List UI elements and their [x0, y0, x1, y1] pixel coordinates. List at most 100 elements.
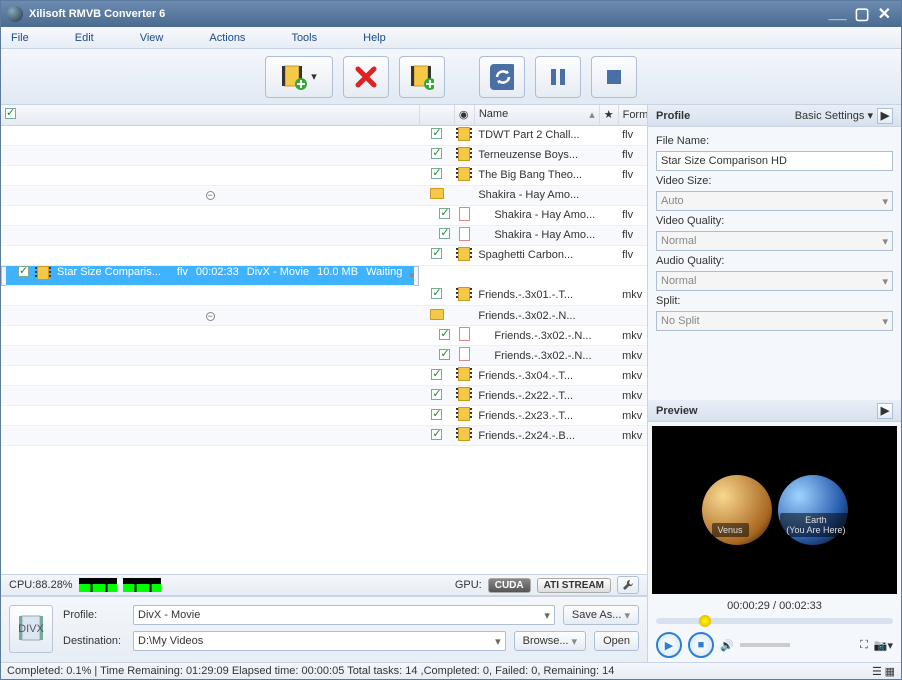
convert-button[interactable]	[479, 56, 525, 98]
seek-slider[interactable]	[656, 618, 893, 624]
maximize-button[interactable]: ▢	[854, 4, 869, 24]
menu-view[interactable]: View	[140, 32, 164, 44]
collapse-icon[interactable]: −	[206, 312, 215, 321]
row-checkbox[interactable]	[431, 168, 442, 179]
table-row[interactable]: Shakira - Hay Amo...flv00:03:273GPP2 - M…	[1, 225, 647, 245]
dest-combo[interactable]: D:\My Videos	[133, 631, 506, 651]
toolbar: ▾	[1, 49, 901, 105]
profile-label: Profile:	[63, 609, 125, 621]
disc-icon: ◉	[459, 109, 469, 121]
folder-icon	[430, 188, 444, 199]
svg-text:DIVX: DIVX	[18, 623, 44, 635]
select-all-checkbox[interactable]	[5, 108, 16, 119]
filename-input[interactable]: Star Size Comparison HD	[656, 151, 893, 171]
menu-edit[interactable]: Edit	[75, 32, 94, 44]
table-row[interactable]: Friends.-.3x01.-.T...mkv00:21:55MP4 - MP…	[1, 286, 647, 306]
table-row[interactable]: Friends.-.3x02.-.N...mkv00:21:553GP - Mo…	[1, 326, 647, 346]
row-checkbox[interactable]	[431, 128, 442, 139]
cuda-badge: CUDA	[488, 578, 531, 593]
table-row[interactable]: Friends.-.2x23.-.T...mkv00:21:53AVI - Au…	[1, 406, 647, 426]
table-row[interactable]: −Friends.-.3x02.-.N...	[1, 306, 647, 326]
table-row[interactable]: The Big Bang Theo...flv00:02:23MP4 - MPE…	[1, 165, 647, 185]
row-checkbox[interactable]	[431, 288, 442, 299]
row-checkbox[interactable]	[439, 228, 450, 239]
table-row[interactable]: Star Size Comparis...flv00:02:33DivX - M…	[1, 266, 419, 286]
split-select[interactable]: No Split	[656, 311, 893, 331]
table-row[interactable]: Shakira - Hay Amo...flv00:03:27MP4 - MPE…	[1, 205, 647, 225]
play-button[interactable]: ▶	[656, 632, 682, 658]
row-checkbox[interactable]	[431, 429, 442, 440]
film-icon	[458, 287, 470, 301]
table-row[interactable]: Spaghetti Carbon...flv00:00:14MP4 - MPEG…	[1, 245, 647, 265]
stop-button[interactable]	[591, 56, 637, 98]
film-icon	[458, 247, 470, 261]
volume-slider[interactable]	[740, 643, 790, 647]
row-checkbox[interactable]	[439, 329, 450, 340]
split-label: Split:	[656, 295, 893, 307]
row-checkbox[interactable]	[431, 409, 442, 420]
filename-label: File Name:	[656, 135, 893, 147]
expand-button[interactable]: ▶	[877, 108, 893, 124]
ati-badge: ATI STREAM	[537, 578, 611, 593]
cpu-spark-icon	[79, 578, 117, 592]
expand-preview-button[interactable]: ▶	[877, 403, 893, 419]
saveas-button[interactable]: Save As... ▾	[563, 605, 639, 625]
minimize-button[interactable]: __	[829, 5, 847, 23]
profile-panel-header: Profile Basic Settings ▾ ▶	[648, 105, 901, 127]
time-display: 00:00:29 / 00:02:33	[648, 598, 901, 614]
open-button[interactable]: Open	[594, 631, 639, 651]
row-checkbox[interactable]	[431, 389, 442, 400]
row-checkbox[interactable]	[431, 248, 442, 259]
audioquality-select[interactable]: Normal	[656, 271, 893, 291]
snapshot-button[interactable]: 📷▾	[874, 639, 893, 652]
film-icon	[458, 127, 470, 141]
menu-tools[interactable]: Tools	[291, 32, 317, 44]
profile-combo[interactable]: DivX - Movie	[133, 605, 555, 625]
app-title: Xilisoft RMVB Converter 6	[29, 8, 825, 20]
add-profile-button[interactable]	[399, 56, 445, 98]
film-add-icon	[281, 64, 307, 90]
remove-button[interactable]	[343, 56, 389, 98]
profile-title: Profile	[656, 110, 690, 122]
table-row[interactable]: Friends.-.3x04.-.T...mkv00:21:53MP4 - MP…	[1, 366, 647, 386]
table-row[interactable]: Friends.-.3x02.-.N...mkv00:21:55MP4 - MP…	[1, 346, 647, 366]
row-checkbox[interactable]	[431, 148, 442, 159]
videosize-select[interactable]: Auto	[656, 191, 893, 211]
row-checkbox[interactable]	[439, 349, 450, 360]
grid-view-button[interactable]: ▦	[885, 665, 895, 678]
list-view-button[interactable]: ☰	[872, 665, 882, 678]
folder-icon	[430, 309, 444, 320]
pause-button[interactable]	[535, 56, 581, 98]
earth-label: Earth (You Are Here)	[780, 513, 851, 537]
cpu-spark-icon	[123, 578, 161, 592]
menu-help[interactable]: Help	[363, 32, 386, 44]
table-row[interactable]: TDWT Part 2 Chall...flv00:00:58MP4 - MPE…	[1, 125, 647, 145]
stop-playback-button[interactable]: ■	[688, 632, 714, 658]
preview-header: Preview ▶	[648, 400, 901, 422]
basic-settings-link[interactable]: Basic Settings ▾	[795, 109, 873, 122]
table-row[interactable]: −Shakira - Hay Amo...	[1, 185, 647, 205]
profile-icon: DIVX	[9, 605, 53, 653]
menu-actions[interactable]: Actions	[209, 32, 245, 44]
status-text: Completed: 0.1% | Time Remaining: 01:29:…	[7, 665, 614, 677]
settings-button[interactable]	[617, 576, 639, 594]
cpu-bar: CPU:88.28% GPU: CUDA ATI STREAM	[1, 574, 647, 596]
collapse-icon[interactable]: −	[206, 191, 215, 200]
table-row[interactable]: Friends.-.2x22.-.T...mkv00:21:57MP4 - MP…	[1, 386, 647, 406]
row-checkbox[interactable]	[439, 208, 450, 219]
preview-video[interactable]: Venus Earth (You Are Here)	[652, 426, 897, 594]
row-checkbox[interactable]	[431, 369, 442, 380]
add-file-button[interactable]: ▾	[265, 56, 333, 98]
close-button[interactable]: ✕	[878, 4, 891, 24]
table-row[interactable]: Terneuzense Boys...flv00:00:43Xvid - Vid…	[1, 145, 647, 165]
videoquality-select[interactable]: Normal	[656, 231, 893, 251]
fullscreen-button[interactable]: ⛶	[860, 639, 868, 652]
videosize-label: Video Size:	[656, 175, 893, 187]
volume-icon[interactable]: 🔊	[720, 639, 734, 652]
browse-button[interactable]: Browse... ▾	[514, 631, 586, 651]
file-list[interactable]: ◉Name ▴★FormatDurationProfileOutput Size…	[1, 105, 647, 574]
row-checkbox[interactable]	[18, 266, 29, 277]
menu-file[interactable]: File	[11, 32, 29, 44]
table-row[interactable]: Friends.-.2x24.-.B...mkv00:21:53MP4 - MP…	[1, 426, 647, 446]
titlebar[interactable]: Xilisoft RMVB Converter 6 __ ▢ ✕	[1, 1, 901, 27]
